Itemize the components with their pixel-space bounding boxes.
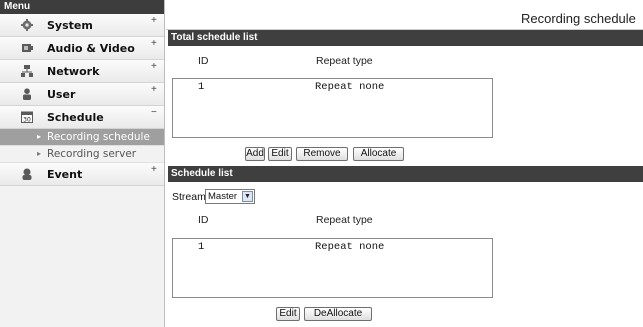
allocate-button[interactable]: Allocate [353, 147, 404, 161]
schedule-repeat-type: Repeat none [315, 241, 385, 253]
stream-select[interactable]: Master ▼ [205, 189, 255, 204]
schedule-id: 1 [198, 241, 205, 253]
list-item[interactable]: 1 Repeat none [173, 81, 492, 94]
expand-icon[interactable]: + [151, 61, 157, 72]
collapse-icon[interactable]: − [151, 107, 157, 118]
schedule-id: 1 [198, 81, 205, 93]
stream-select-value: Master [208, 191, 238, 202]
edit-button[interactable]: Edit [268, 147, 292, 161]
total-schedule-header: Total schedule list [168, 30, 643, 46]
sidebar-subitem-label: Recording server [47, 148, 137, 160]
sidebar-item-label: System [47, 19, 93, 32]
stream-label: Stream [172, 191, 206, 203]
column-header-repeat-type: Repeat type [316, 55, 373, 67]
sidebar-subitem-recording-schedule[interactable]: ▸ Recording schedule [0, 129, 164, 146]
page-title: Recording schedule [166, 9, 643, 30]
chevron-down-icon[interactable]: ▼ [242, 191, 253, 202]
menu-header: Menu [0, 0, 164, 14]
sidebar-subitem-recording-server[interactable]: ▸ Recording server [0, 146, 164, 163]
schedule-repeat-type: Repeat none [315, 81, 385, 93]
svg-text:30: 30 [23, 117, 31, 124]
event-icon [22, 168, 32, 180]
sidebar-item-label: Audio & Video [47, 42, 135, 55]
gear-icon [21, 19, 33, 31]
add-button[interactable]: Add [245, 147, 265, 161]
main-content: Recording schedule Total schedule list I… [166, 0, 643, 327]
deallocate-button[interactable]: DeAllocate [304, 307, 372, 321]
column-header-repeat-type: Repeat type [316, 214, 373, 226]
column-header-id: ID [198, 214, 209, 226]
sidebar-item-label: Event [47, 168, 83, 181]
schedule-listbox[interactable]: 1 Repeat none [172, 238, 493, 298]
remove-button[interactable]: Remove [296, 147, 348, 161]
expand-icon[interactable]: + [151, 164, 157, 175]
edit-button[interactable]: Edit [276, 307, 300, 321]
sidebar-item-label: Network [47, 65, 100, 78]
sidebar-item-network[interactable]: Network + [0, 60, 164, 83]
sidebar-item-audio-video[interactable]: Audio & Video + [0, 37, 164, 60]
schedule-list-header: Schedule list [168, 166, 643, 182]
sidebar-menu: Menu System + Audio & Video + Network + … [0, 0, 165, 327]
sidebar-item-label: Schedule [47, 111, 104, 124]
camera-icon [22, 44, 33, 52]
list-item[interactable]: 1 Repeat none [173, 241, 492, 254]
sidebar-item-schedule[interactable]: 30 Schedule − [0, 106, 164, 129]
column-header-id: ID [198, 55, 209, 67]
total-schedule-listbox[interactable]: 1 Repeat none [172, 78, 493, 138]
chevron-right-icon: ▸ [37, 149, 42, 158]
calendar-icon: 30 [21, 111, 33, 123]
sidebar-subitem-label: Recording schedule [47, 131, 150, 143]
network-icon [21, 65, 33, 77]
chevron-right-icon: ▸ [37, 132, 42, 141]
expand-icon[interactable]: + [151, 38, 157, 49]
expand-icon[interactable]: + [151, 84, 157, 95]
user-icon [23, 88, 31, 100]
sidebar-item-label: User [47, 88, 76, 101]
sidebar-item-user[interactable]: User + [0, 83, 164, 106]
expand-icon[interactable]: + [151, 15, 157, 26]
sidebar-item-system[interactable]: System + [0, 14, 164, 37]
sidebar-item-event[interactable]: Event + [0, 163, 164, 186]
